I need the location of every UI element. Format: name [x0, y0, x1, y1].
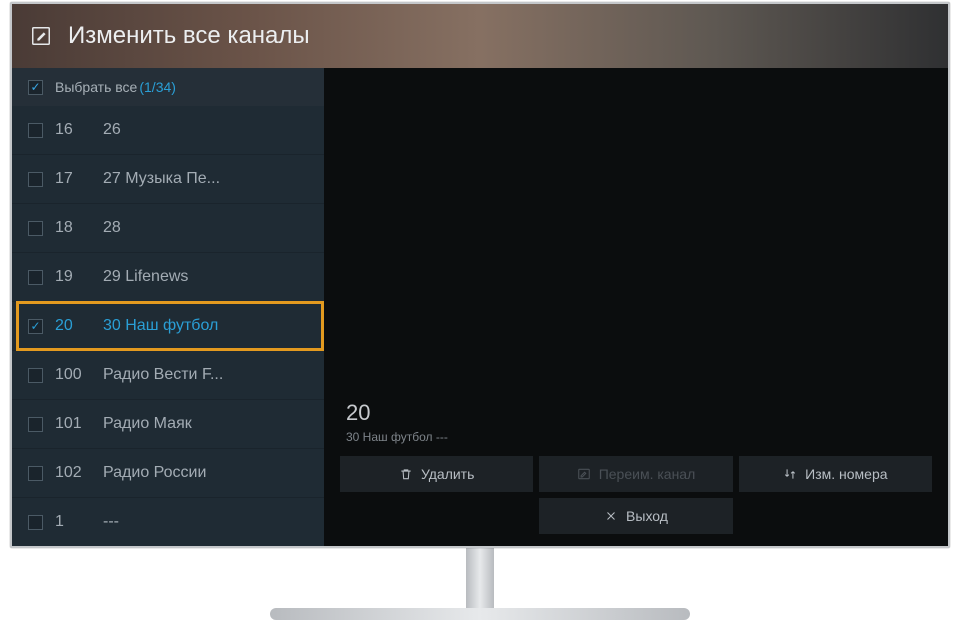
channel-name: 29 Lifenews: [103, 268, 188, 286]
channel-name: 26: [103, 121, 121, 139]
channel-num: 1: [55, 513, 103, 531]
delete-button[interactable]: Удалить: [340, 456, 533, 492]
action-row-1: Удалить Переим. канал: [324, 450, 948, 492]
channel-name: 30 Наш футбол: [103, 317, 218, 335]
preview-area: [324, 68, 948, 390]
select-all-count: (1/34): [139, 79, 176, 95]
channel-row[interactable]: ✓ 1---: [12, 498, 324, 546]
exit-button[interactable]: Выход: [539, 498, 732, 534]
titlebar: Изменить все каналы: [12, 4, 948, 68]
channel-num: 100: [55, 366, 103, 384]
rename-button[interactable]: Переим. канал: [539, 456, 732, 492]
exit-label: Выход: [626, 508, 668, 524]
channel-num: 17: [55, 170, 103, 188]
page-title: Изменить все каналы: [68, 22, 310, 50]
channel-row[interactable]: ✓ 100Радио Вести F...: [12, 351, 324, 400]
main-panel: 20 30 Наш футбол --- Удалить: [324, 68, 948, 546]
rename-label: Переим. канал: [599, 466, 696, 482]
tv-stand-neck: [466, 548, 494, 608]
channel-row[interactable]: ✓ 1727 Музыка Пе...: [12, 155, 324, 204]
renumber-label: Изм. номера: [805, 466, 887, 482]
channel-name: 27 Музыка Пе...: [103, 170, 220, 188]
channel-number: 20: [346, 400, 926, 426]
tv-stand-base: [270, 608, 690, 620]
checkbox-icon: ✓: [28, 221, 43, 236]
rename-icon: [577, 467, 591, 481]
channel-row[interactable]: ✓ 2030 Наш футбол: [12, 302, 324, 351]
channel-name: Радио России: [103, 464, 206, 482]
channel-row[interactable]: ✓ 101Радио Маяк: [12, 400, 324, 449]
channel-num: 19: [55, 268, 103, 286]
checkbox-icon: ✓: [28, 319, 43, 334]
channel-num: 102: [55, 464, 103, 482]
edit-icon: [30, 25, 52, 47]
channel-row[interactable]: ✓ 1626: [12, 106, 324, 155]
channel-sidebar: ✓ Выбрать все (1/34) ✓ 1626 ✓ 1727 Музыка П…: [12, 68, 324, 546]
action-row-2: Выход: [324, 492, 948, 546]
tv-screen: Изменить все каналы ✓ Выбрать все (1/34)…: [10, 2, 950, 548]
channel-list[interactable]: ✓ 1626 ✓ 1727 Музыка Пе... ✓ 1828 ✓ 1929 Lifene…: [12, 106, 324, 546]
content: ✓ Выбрать все (1/34) ✓ 1626 ✓ 1727 Музыка П…: [12, 68, 948, 546]
delete-label: Удалить: [421, 466, 474, 482]
channel-num: 16: [55, 121, 103, 139]
checkbox-icon: ✓: [28, 123, 43, 138]
channel-name: 28: [103, 219, 121, 237]
channel-row[interactable]: ✓ 1929 Lifenews: [12, 253, 324, 302]
checkbox-icon: ✓: [28, 172, 43, 187]
close-icon: [604, 509, 618, 523]
channel-name-line: 30 Наш футбол ---: [346, 430, 926, 444]
renumber-button[interactable]: Изм. номера: [739, 456, 932, 492]
channel-info: 20 30 Наш футбол ---: [324, 390, 948, 450]
checkbox-icon: ✓: [28, 515, 43, 530]
select-all-label: Выбрать все: [55, 79, 137, 95]
channel-num: 18: [55, 219, 103, 237]
channel-num: 101: [55, 415, 103, 433]
trash-icon: [399, 467, 413, 481]
channel-num: 20: [55, 317, 103, 335]
checkbox-icon: ✓: [28, 80, 43, 95]
checkbox-icon: ✓: [28, 368, 43, 383]
select-all-row[interactable]: ✓ Выбрать все (1/34): [12, 68, 324, 106]
checkbox-icon: ✓: [28, 417, 43, 432]
channel-row[interactable]: ✓ 1828: [12, 204, 324, 253]
channel-name: Радио Маяк: [103, 415, 192, 433]
checkbox-icon: ✓: [28, 270, 43, 285]
channel-name: Радио Вести F...: [103, 366, 223, 384]
channel-row[interactable]: ✓ 102Радио России: [12, 449, 324, 498]
channel-name: ---: [103, 513, 119, 531]
checkbox-icon: ✓: [28, 466, 43, 481]
renumber-icon: [783, 467, 797, 481]
